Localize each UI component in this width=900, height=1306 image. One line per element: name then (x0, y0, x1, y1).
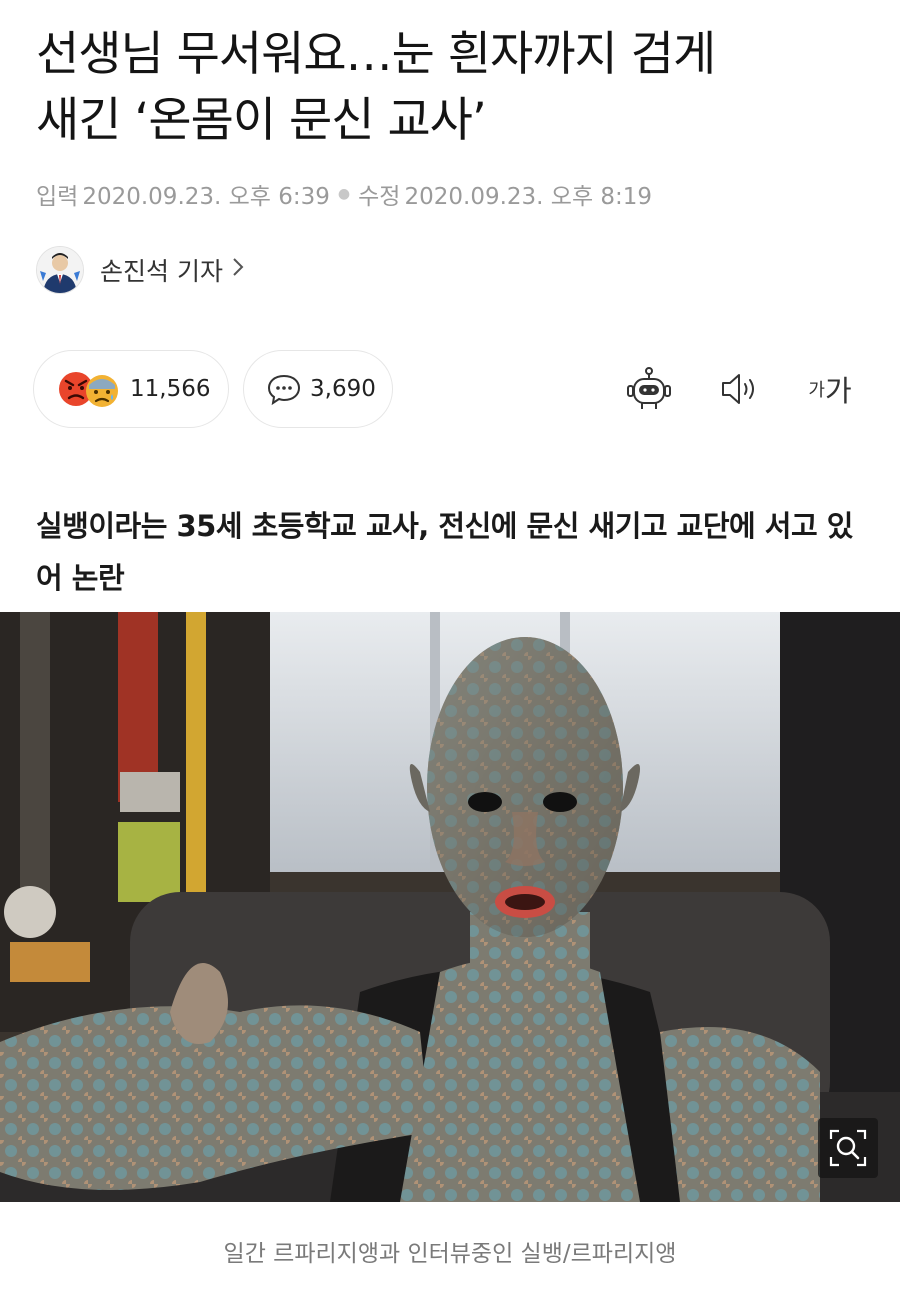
comment-button[interactable]: 3,690 (243, 350, 393, 428)
chevron-right-icon (231, 256, 245, 284)
font-size-big-glyph: 가 (824, 374, 852, 408)
comment-count: 3,690 (310, 376, 376, 402)
summary-bot-button[interactable] (622, 362, 676, 416)
reaction-faces-icon (59, 372, 118, 407)
article-subtitle: 실뱅이라는 35세 초등학교 교사, 전신에 문신 새기고 교단에 서고 있어 … (36, 509, 853, 595)
photo-caption: 일간 르파리지앵과 인터뷰중인 실뱅/르파리지앵 (223, 1241, 677, 1267)
article-photo[interactable] (0, 612, 900, 1202)
article-dates: 입력 2020.09.23. 오후 6:39 ● 수정 2020.09.23. … (36, 176, 652, 212)
separator-dot: ● (337, 186, 351, 202)
text-to-speech-button[interactable] (712, 362, 766, 416)
published-date: 2020.09.23. 오후 6:39 (82, 184, 330, 210)
speech-bubble-icon (267, 374, 301, 406)
reporter-avatar (36, 246, 84, 294)
article-page: 선생님 무서워요…눈 흰자까지 검게 새긴 ‘온몸이 문신 교사’ 입력 202… (0, 0, 900, 1306)
reaction-count: 11,566 (130, 376, 211, 402)
magnifier-zoom-icon (829, 1129, 867, 1167)
published-label: 입력 (36, 184, 79, 210)
reaction-button[interactable]: 11,566 (33, 350, 229, 428)
photo-zoom-button[interactable] (818, 1118, 878, 1178)
modified-date: 2020.09.23. 오후 8:19 (404, 184, 653, 210)
reporter-name: 손진석 기자 (100, 257, 223, 286)
speaker-icon (722, 374, 754, 404)
modified-label: 수정 (358, 184, 401, 210)
tattooed-teacher-photo (0, 612, 900, 1202)
headline-line-2: 새긴 ‘온몸이 문신 교사’ (36, 93, 487, 148)
robot-summary-icon (627, 367, 671, 409)
font-size-button[interactable]: 가 가 (800, 362, 860, 416)
headline-line-1: 선생님 무서워요…눈 흰자까지 검게 (36, 27, 716, 82)
article-headline: 선생님 무서워요…눈 흰자까지 검게 새긴 ‘온몸이 문신 교사’ (36, 22, 866, 154)
reporter-link[interactable]: 손진석 기자 (36, 242, 245, 298)
font-size-small-glyph: 가 (808, 380, 825, 401)
